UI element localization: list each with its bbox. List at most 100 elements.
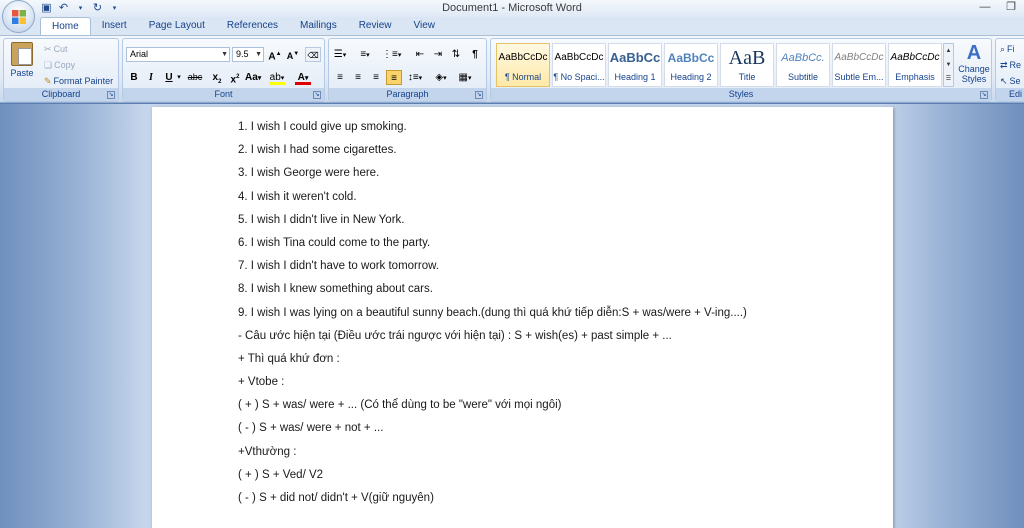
select-button[interactable]: ↖ Se xyxy=(1000,74,1021,88)
increase-indent-icon[interactable]: ⇥ xyxy=(430,47,446,62)
style-subtle-emphasis[interactable]: AaBbCcDc Subtle Em... xyxy=(832,43,886,87)
font-name-combo[interactable]: Arial ▼ xyxy=(126,47,230,62)
document-body: 1. I wish I could give up smoking. 2. I … xyxy=(238,121,747,515)
font-size-value: 9.5 xyxy=(236,49,249,59)
show-formatting-icon[interactable]: ¶ xyxy=(467,47,483,62)
tab-page-layout[interactable]: Page Layout xyxy=(138,17,216,35)
font-color-icon[interactable]: A▾ xyxy=(295,70,311,85)
font-size-combo[interactable]: 9.5 ▼ xyxy=(232,47,264,62)
justify-icon[interactable]: ≡ xyxy=(386,70,402,85)
title-bar: ▣ ↶ ▾ ↻ ▾ Document1 - Microsoft Word — ❐ xyxy=(0,0,1024,17)
font-launcher-icon[interactable]: ↘ xyxy=(313,91,321,99)
window-title: Document1 - Microsoft Word xyxy=(442,2,582,14)
select-icon: ↖ xyxy=(1000,76,1008,86)
decrease-indent-icon[interactable]: ⇤ xyxy=(412,47,428,62)
styles-launcher-icon[interactable]: ↘ xyxy=(980,91,988,99)
text-line: ( - ) S + did not/ didn't + V(giữ nguyên… xyxy=(238,492,434,504)
text-line: + Thì quá khứ đơn : xyxy=(238,352,340,365)
chevron-down-icon[interactable]: ▾ xyxy=(175,70,183,85)
replace-button[interactable]: ⇄ Re xyxy=(1000,58,1021,72)
style-heading-1[interactable]: AaBbCc Heading 1 xyxy=(608,43,662,87)
style-sample: AaBbCcDc xyxy=(554,52,604,63)
cut-label: Cut xyxy=(53,44,68,54)
style-subtitle[interactable]: AaBbCc. Subtitle xyxy=(776,43,830,87)
style-emphasis[interactable]: AaBbCcDc Emphasis xyxy=(888,43,942,87)
copy-label: Copy xyxy=(54,60,76,70)
highlight-icon[interactable]: ab▾ xyxy=(269,70,285,85)
find-button[interactable]: ⌕ Fi xyxy=(1000,42,1015,56)
copy-button[interactable]: ❏ Copy xyxy=(44,58,75,72)
document-page[interactable]: 1. I wish I could give up smoking. 2. I … xyxy=(152,107,893,528)
minimize-icon[interactable]: — xyxy=(972,0,998,16)
paste-label: Paste xyxy=(10,68,34,78)
replace-icon: ⇄ xyxy=(1000,60,1008,70)
scissors-icon: ✂ xyxy=(44,44,52,54)
align-right-icon[interactable]: ≡ xyxy=(368,70,384,85)
format-painter-button[interactable]: ✎ Format Painter xyxy=(44,74,113,88)
sort-icon[interactable]: ⇅ xyxy=(448,47,464,62)
italic-icon[interactable]: I xyxy=(143,70,159,85)
bullets-icon[interactable]: ☰▾ xyxy=(332,47,348,62)
multilevel-list-icon[interactable]: ⋮≡▾ xyxy=(382,47,401,62)
bold-icon[interactable]: B xyxy=(126,70,142,85)
shading-icon[interactable]: ◈▾ xyxy=(433,70,449,85)
style-sample: AaBbCc xyxy=(667,51,715,65)
style-name: Title xyxy=(738,72,756,82)
text-line: 3. I wish George were here. xyxy=(238,167,380,180)
shrink-font-icon[interactable]: A▼ xyxy=(285,47,301,62)
text-line: + Vtobe : xyxy=(238,376,285,389)
editing-group-label: Edi xyxy=(996,88,1024,101)
clipboard-launcher-icon[interactable]: ↘ xyxy=(107,91,115,99)
change-case-icon[interactable]: Aa▾ xyxy=(245,70,261,85)
format-painter-label: Format Painter xyxy=(53,76,114,86)
style-name: Subtitle xyxy=(787,72,819,82)
style-name: Emphasis xyxy=(895,72,935,82)
tab-review[interactable]: Review xyxy=(348,17,403,35)
tab-references[interactable]: References xyxy=(216,17,289,35)
find-label: Fi xyxy=(1007,44,1015,54)
text-line: ( - ) S + was/ were + not + ... xyxy=(238,422,384,435)
grow-font-icon[interactable]: A▲ xyxy=(267,47,283,62)
editing-group: ⌕ Fi ⇄ Re ↖ Se Edi xyxy=(995,38,1024,102)
style-name: Heading 2 xyxy=(670,72,712,82)
paste-button[interactable]: Paste xyxy=(8,42,36,88)
style-heading-2[interactable]: AaBbCc Heading 2 xyxy=(664,43,718,87)
select-label: Se xyxy=(1009,76,1021,86)
text-line: 9. I wish I was lying on a beautiful sun… xyxy=(238,306,747,319)
style-normal[interactable]: AaBbCcDc ¶ Normal xyxy=(496,43,550,87)
style-title[interactable]: AaB Title xyxy=(720,43,774,87)
text-line: 2. I wish I had some cigarettes. xyxy=(238,144,397,157)
text-line: 4. I wish it weren't cold. xyxy=(238,190,357,203)
style-no-spacing[interactable]: AaBbCcDc ¶ No Spaci... xyxy=(552,43,606,87)
style-sample: AaBbCc. xyxy=(781,52,825,64)
center-icon[interactable]: ≡ xyxy=(350,70,366,85)
paragraph-launcher-icon[interactable]: ↘ xyxy=(475,91,483,99)
office-logo-icon xyxy=(12,10,26,24)
change-styles-button[interactable]: A Change Styles xyxy=(957,42,991,88)
borders-icon[interactable]: ▦▾ xyxy=(457,70,473,85)
style-name: ¶ Normal xyxy=(504,72,542,82)
chevron-down-icon: ▼ xyxy=(221,51,228,58)
tab-insert[interactable]: Insert xyxy=(91,17,138,35)
align-left-icon[interactable]: ≡ xyxy=(332,70,348,85)
restore-icon[interactable]: ❐ xyxy=(998,0,1024,16)
superscript-icon[interactable]: x2 xyxy=(227,70,243,85)
brush-icon: ✎ xyxy=(44,76,52,86)
window-controls: — ❐ xyxy=(972,0,1024,16)
change-styles-icon: A xyxy=(966,42,982,64)
style-sample: AaBbCcDc xyxy=(834,52,884,63)
subscript-icon[interactable]: x2 xyxy=(209,70,225,85)
strikethrough-icon[interactable]: abc xyxy=(187,70,203,85)
line-spacing-icon[interactable]: ↕≡▾ xyxy=(407,70,423,85)
tab-home[interactable]: Home xyxy=(40,17,91,35)
tab-mailings[interactable]: Mailings xyxy=(289,17,348,35)
clear-formatting-icon[interactable]: ⌫ xyxy=(305,47,321,62)
text-line: ( + ) S + was/ were + ... (Có thể dùng t… xyxy=(238,399,562,412)
numbering-icon[interactable]: ≡▾ xyxy=(357,47,373,62)
style-sample: AaB xyxy=(728,47,766,69)
tab-view[interactable]: View xyxy=(403,17,447,35)
cut-button[interactable]: ✂ Cut xyxy=(44,42,68,56)
styles-group-label: Styles xyxy=(491,88,991,101)
styles-scroll[interactable]: ▲ ▼ ☰ xyxy=(943,43,954,87)
office-button[interactable] xyxy=(2,0,35,33)
